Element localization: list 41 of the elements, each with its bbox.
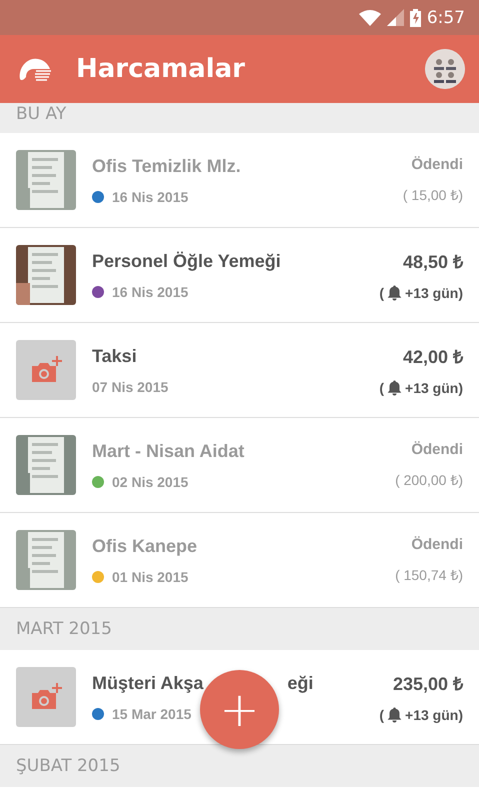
section-header: BU AY xyxy=(0,103,479,133)
expense-amount: Ödendi xyxy=(411,441,463,458)
expense-date: 02 Nis 2015 xyxy=(112,474,188,490)
expense-date: 01 Nis 2015 xyxy=(112,568,188,584)
expense-amount: Ödendi xyxy=(411,156,463,173)
expense-date: 07 Nis 2015 xyxy=(92,378,168,394)
note-text: ( 150,74 ₺) xyxy=(395,566,463,584)
expense-amount: 48,50 ₺ xyxy=(402,251,463,273)
expense-date: 16 Nis 2015 xyxy=(112,284,188,300)
expense-title: Taksi xyxy=(92,346,138,366)
expense-amount: 42,00 ₺ xyxy=(402,346,463,368)
app-logo-icon xyxy=(18,57,52,81)
section-header: MART 2015 xyxy=(0,608,479,650)
expense-date: 16 Nis 2015 xyxy=(112,188,188,204)
wifi-icon xyxy=(358,9,381,26)
battery-icon xyxy=(410,8,421,26)
screen-title: Harcamalar xyxy=(76,54,246,84)
expense-date: 15 Mar 2015 xyxy=(112,706,192,722)
clock-time: 6:57 xyxy=(426,8,465,28)
note-text: ( 15,00 ₺) xyxy=(402,186,463,204)
reminder-text: +13 gün) xyxy=(405,707,463,723)
expense-amount: 235,00 ₺ xyxy=(392,673,463,695)
reminder-text: +13 gün) xyxy=(405,285,463,301)
section-header: ŞUBAT 2015 xyxy=(0,745,479,787)
signal-icon xyxy=(386,9,404,26)
avatar[interactable] xyxy=(425,49,465,89)
expense-title: Ofis Temizlik Mlz. xyxy=(92,156,242,176)
add-photo-button[interactable] xyxy=(16,667,76,727)
note-text: ( xyxy=(379,380,384,396)
reminder-text: +13 gün) xyxy=(405,380,463,396)
note-text: ( xyxy=(379,707,384,723)
expense-title: Mart - Nisan Aidat xyxy=(92,440,246,462)
expense-title: Personel Öğle Yemeği xyxy=(92,250,282,272)
add-photo-button[interactable] xyxy=(16,340,76,400)
note-text: ( 200,00 ₺) xyxy=(395,471,463,489)
note-text: ( xyxy=(379,285,384,301)
expense-amount: Ödendi xyxy=(411,536,463,553)
expense-title: Ofis Kanepe xyxy=(92,536,198,556)
camera-plus-icon xyxy=(29,355,63,385)
camera-plus-icon xyxy=(29,682,63,712)
expense-title: eği xyxy=(287,672,314,694)
